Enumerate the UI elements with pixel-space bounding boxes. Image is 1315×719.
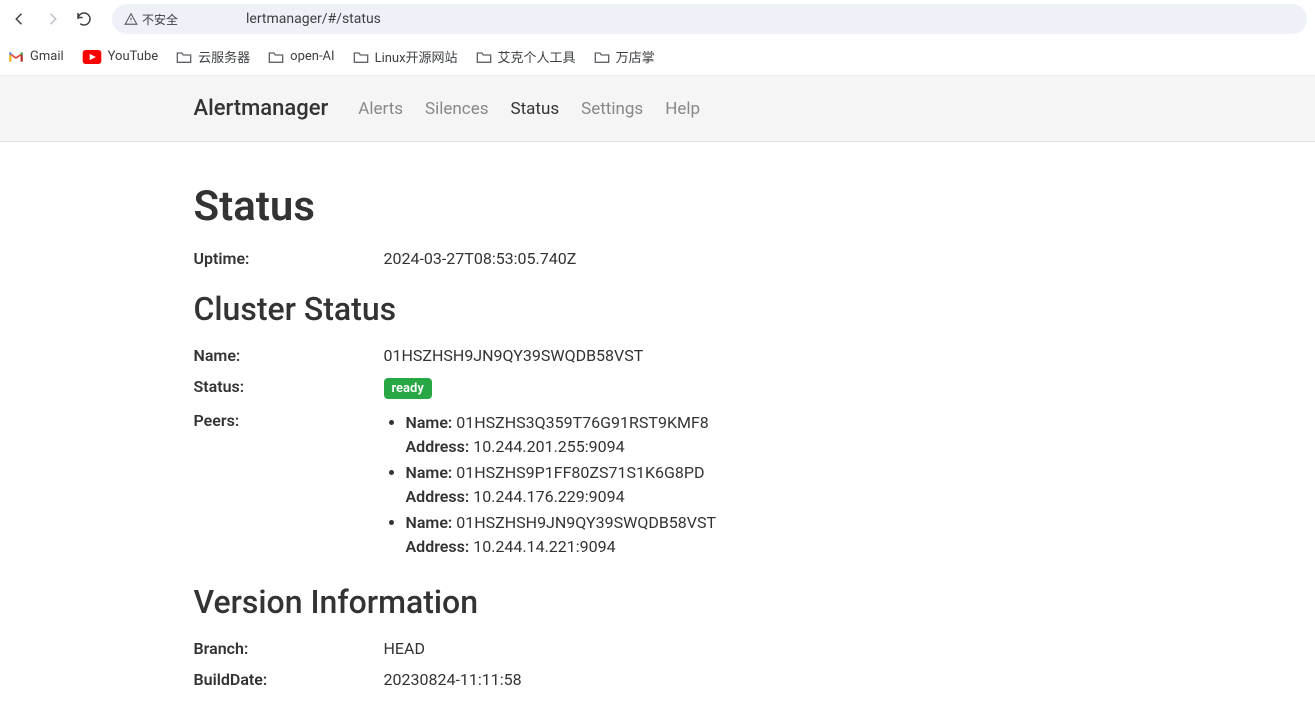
folder-icon (176, 50, 192, 64)
peer-address-value: 10.244.176.229:9094 (473, 487, 624, 506)
status-badge: ready (384, 378, 432, 399)
bookmark-item[interactable]: 万店掌 (594, 47, 655, 66)
folder-icon (594, 50, 610, 64)
peer-name-label: Name: (406, 463, 453, 482)
url-text: lertmanager/#/status (246, 11, 381, 27)
youtube-icon (82, 50, 102, 64)
peer-name-label: Name: (406, 513, 453, 532)
address-bar[interactable]: 不安全 lertmanager/#/status (112, 4, 1307, 34)
bookmark-label: 艾克个人工具 (498, 47, 576, 66)
folder-icon (476, 50, 492, 64)
bookmark-label: Linux开源网站 (375, 47, 458, 66)
brand[interactable]: Alertmanager (194, 96, 329, 121)
cluster-name-value: 01HSZHSH9JN9QY39SWQDB58VST (384, 346, 1122, 365)
page-content: Status Uptime: 2024-03-27T08:53:05.740Z … (178, 142, 1138, 719)
cluster-name-label: Name: (194, 346, 384, 365)
arrow-left-icon (11, 10, 29, 28)
peer-name-value: 01HSZHSH9JN9QY39SWQDB58VST (456, 513, 716, 532)
insecure-label: 不安全 (142, 11, 178, 28)
nav-link-alerts[interactable]: Alerts (358, 99, 403, 119)
uptime-label: Uptime: (194, 249, 384, 268)
folder-icon (268, 50, 284, 64)
peer-address-label: Address: (406, 437, 470, 456)
peer-name-value: 01HSZHS3Q359T76G91RST9KMF8 (456, 413, 709, 432)
peer-address-value: 10.244.201.255:9094 (473, 437, 624, 456)
insecure-badge: 不安全 (124, 11, 178, 28)
bookmark-item[interactable]: Gmail (8, 49, 64, 64)
bookmark-item[interactable]: 云服务器 (176, 47, 250, 66)
branch-label: Branch: (194, 639, 384, 658)
bookmark-label: Gmail (30, 49, 64, 64)
nav-link-status[interactable]: Status (511, 99, 560, 119)
page-title: Status (194, 182, 1122, 231)
bookmark-label: YouTube (108, 49, 159, 64)
bookmark-item[interactable]: open-AI (268, 49, 334, 64)
reload-button[interactable] (72, 7, 96, 31)
gmail-icon (8, 51, 24, 63)
peer-item: Name: 01HSZHSH9JN9QY39SWQDB58VST Address:… (406, 511, 1122, 559)
peer-address-label: Address: (406, 487, 470, 506)
uptime-value: 2024-03-27T08:53:05.740Z (384, 249, 1122, 268)
peers-list: Name: 01HSZHS3Q359T76G91RST9KMF8 Address:… (384, 411, 1122, 559)
bookmark-item[interactable]: 艾克个人工具 (476, 47, 576, 66)
bookmark-label: open-AI (290, 49, 334, 64)
cluster-status-label: Status: (194, 377, 384, 399)
peers-label: Peers: (194, 411, 384, 561)
arrow-right-icon (43, 10, 61, 28)
nav-link-help[interactable]: Help (665, 99, 700, 119)
app-navbar: Alertmanager Alerts Silences Status Setting… (0, 76, 1315, 142)
version-heading: Version Information (194, 583, 1122, 621)
branch-value: HEAD (384, 639, 1122, 658)
bookmark-item[interactable]: Linux开源网站 (353, 47, 458, 66)
peer-name-value: 01HSZHS9P1FF80ZS71S1K6G8PD (456, 463, 704, 482)
bookmark-item[interactable]: YouTube (82, 49, 159, 64)
peer-item: Name: 01HSZHS3Q359T76G91RST9KMF8 Address:… (406, 411, 1122, 459)
bookmarks-bar: Gmail YouTube 云服务器 open-AI Linux开源网站 艾克个人工具 万店… (0, 38, 1315, 76)
peer-address-value: 10.244.14.221:9094 (473, 537, 615, 556)
bookmark-label: 万店掌 (616, 47, 655, 66)
browser-toolbar: 不安全 lertmanager/#/status (0, 0, 1315, 38)
forward-button[interactable] (40, 7, 64, 31)
builddate-value: 20230824-11:11:58 (384, 670, 1122, 689)
peer-address-label: Address: (406, 537, 470, 556)
warning-icon (124, 12, 138, 26)
peer-item: Name: 01HSZHS9P1FF80ZS71S1K6G8PD Address:… (406, 461, 1122, 509)
nav-link-silences[interactable]: Silences (425, 99, 488, 119)
cluster-status-heading: Cluster Status (194, 290, 1122, 328)
folder-icon (353, 50, 369, 64)
peer-name-label: Name: (406, 413, 453, 432)
bookmark-label: 云服务器 (198, 47, 250, 66)
builddate-label: BuildDate: (194, 670, 384, 689)
back-button[interactable] (8, 7, 32, 31)
nav-link-settings[interactable]: Settings (581, 99, 643, 119)
reload-icon (75, 10, 93, 28)
